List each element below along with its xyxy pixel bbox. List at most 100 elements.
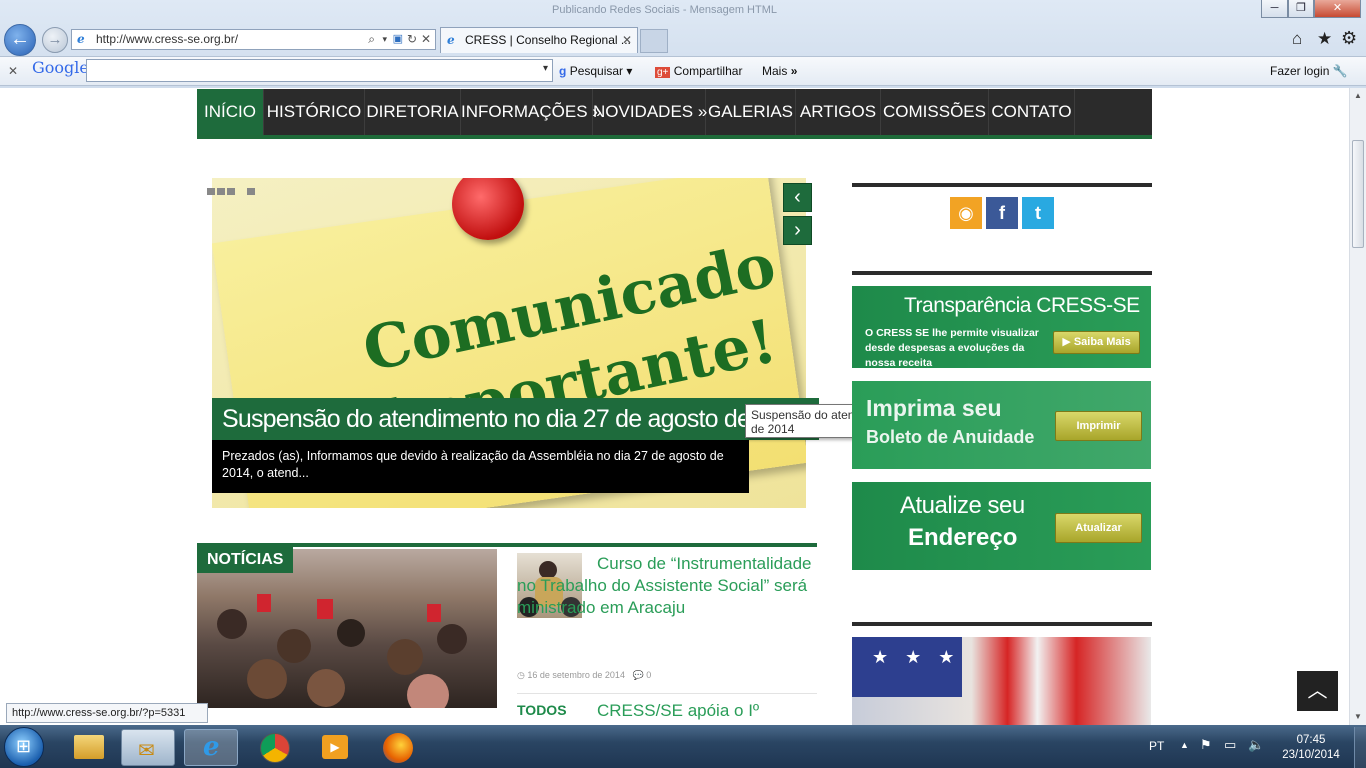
tray-expand-icon[interactable]: ▲ bbox=[1180, 740, 1189, 750]
google-g-icon: g bbox=[559, 64, 567, 78]
login-link[interactable]: Fazer login 🔧 bbox=[1270, 63, 1348, 79]
start-button[interactable]: ⊞ bbox=[4, 727, 44, 767]
show-desktop-button[interactable] bbox=[1354, 727, 1366, 768]
pesquisar-button[interactable]: g Pesquisar ▾ bbox=[559, 63, 632, 79]
atualizar-button[interactable]: Atualizar bbox=[1055, 513, 1142, 543]
nav-inicio[interactable]: INÍCIO bbox=[197, 89, 264, 135]
boleto-line1: Imprima seu bbox=[866, 395, 1002, 421]
clock-icon: ◷ bbox=[517, 670, 525, 680]
endereco-line2: Endereço bbox=[908, 524, 1018, 551]
slider-dot[interactable] bbox=[227, 188, 235, 195]
tab-cress[interactable]: e CRESS | Conselho Regional ... ✕ bbox=[440, 27, 638, 53]
folder-icon bbox=[74, 735, 104, 759]
news-separator bbox=[517, 693, 817, 694]
boleto-banner[interactable]: Imprima seu Boleto de Anuidade Imprimir bbox=[852, 381, 1151, 469]
address-url: http://www.cress-se.org.br/ bbox=[96, 32, 239, 46]
transparencia-banner[interactable]: Transparência CRESS-SE O CRESS SE lhe pe… bbox=[852, 286, 1151, 368]
volume-icon[interactable]: 🔈 bbox=[1248, 737, 1264, 753]
back-to-top-button[interactable]: ︿ bbox=[1297, 671, 1338, 711]
chevron-down-icon[interactable]: ▾ bbox=[543, 63, 548, 74]
forward-arrow-icon: → bbox=[47, 31, 63, 48]
nav-artigos[interactable]: ARTIGOS bbox=[796, 89, 881, 135]
scroll-up-icon[interactable]: ▲ bbox=[1350, 88, 1366, 104]
twitter-icon[interactable]: t bbox=[1022, 197, 1054, 229]
slider-next-button[interactable]: › bbox=[783, 216, 812, 245]
wrench-icon[interactable]: 🔧 bbox=[1333, 64, 1348, 78]
compat-view-icon[interactable]: ▣ bbox=[393, 30, 403, 49]
web-page: INÍCIO HISTÓRICO DIRETORIA INFORMAÇÕES »… bbox=[0, 88, 1349, 725]
chevron-up-icon: ︿ bbox=[1307, 680, 1328, 702]
close-toolbar-icon[interactable]: ✕ bbox=[8, 63, 18, 79]
status-bar-url: http://www.cress-se.org.br/?p=5331 bbox=[6, 703, 208, 723]
minimize-button[interactable]: ─ bbox=[1261, 0, 1288, 18]
favorites-star-icon[interactable]: ★ bbox=[1317, 29, 1332, 49]
new-tab-button[interactable] bbox=[640, 29, 668, 53]
explorer-taskbar-icon[interactable] bbox=[62, 729, 116, 766]
imprimir-button[interactable]: Imprimir bbox=[1055, 411, 1142, 441]
windows-logo-icon: ⊞ bbox=[16, 736, 32, 756]
address-bar[interactable]: e http://www.cress-se.org.br/ ⌕ ▾ ▣ ↻ ✕ bbox=[71, 29, 436, 50]
nav-informacoes[interactable]: INFORMAÇÕES » bbox=[461, 89, 602, 135]
sidebar-divider bbox=[852, 622, 1152, 626]
network-icon[interactable]: ▭ bbox=[1224, 737, 1236, 753]
news-title-link[interactable]: CRESS/SE apóia o Iº bbox=[597, 700, 817, 722]
tab-favicon-icon: e bbox=[447, 33, 455, 47]
news-title-link[interactable]: Curso de “Instrumentalidade no Trabalho … bbox=[517, 553, 817, 619]
endereco-line1: Atualize seu bbox=[900, 492, 1025, 519]
news-thumb-todos[interactable]: TODOS bbox=[517, 702, 582, 725]
more-button[interactable]: Mais » bbox=[762, 63, 797, 79]
back-button[interactable]: ← bbox=[4, 24, 36, 56]
gallery-image[interactable]: ★ ★ ★ bbox=[852, 637, 1151, 725]
google-search-input[interactable]: ▾ bbox=[86, 59, 553, 82]
refresh-icon[interactable]: ↻ bbox=[407, 30, 417, 49]
transparencia-title: Transparência CRESS-SE bbox=[904, 294, 1140, 317]
tools-gear-icon[interactable]: ⚙ bbox=[1341, 28, 1357, 49]
slider-dot[interactable] bbox=[217, 188, 225, 195]
nav-contato[interactable]: CONTATO bbox=[989, 89, 1075, 135]
flag-icon[interactable]: ⚑ bbox=[1200, 737, 1212, 753]
chrome-icon bbox=[260, 733, 290, 763]
ie-taskbar-icon[interactable]: e bbox=[184, 729, 238, 766]
media-taskbar-icon[interactable]: ▶ bbox=[308, 729, 362, 766]
stop-icon[interactable]: ✕ bbox=[421, 30, 431, 49]
chrome-taskbar-icon[interactable] bbox=[248, 729, 302, 766]
saiba-mais-button[interactable]: ▶ Saiba Mais bbox=[1053, 331, 1140, 354]
nav-comissoes[interactable]: COMISSÕES bbox=[881, 89, 989, 135]
search-icon[interactable]: ⌕ bbox=[368, 30, 375, 49]
tab-close-icon[interactable]: ✕ bbox=[622, 28, 632, 52]
news-meta: ◷ 16 de setembro de 2014 💬 0 bbox=[517, 670, 652, 680]
gplus-icon: g+ bbox=[655, 67, 671, 78]
home-icon[interactable]: ⌂ bbox=[1292, 29, 1302, 49]
maximize-button[interactable]: ❐ bbox=[1288, 0, 1314, 18]
ie-page-icon: e bbox=[77, 32, 85, 46]
news-section-label: NOTÍCIAS bbox=[197, 547, 294, 573]
facebook-icon[interactable]: f bbox=[986, 197, 1018, 229]
tab-title: CRESS | Conselho Regional ... bbox=[465, 33, 631, 47]
ie-icon: e bbox=[203, 732, 220, 762]
endereco-banner[interactable]: Atualize seu Endereço Atualizar bbox=[852, 482, 1151, 570]
forward-button[interactable]: → bbox=[42, 27, 68, 53]
page-scrollbar[interactable]: ▲ ▼ bbox=[1349, 88, 1366, 725]
close-window-button[interactable]: ✕ bbox=[1314, 0, 1361, 18]
clock[interactable]: 07:45 23/10/2014 bbox=[1281, 733, 1341, 763]
slider-dot[interactable] bbox=[247, 188, 255, 195]
scroll-down-icon[interactable]: ▼ bbox=[1350, 709, 1366, 725]
language-indicator[interactable]: PT bbox=[1149, 739, 1164, 753]
nav-galerias[interactable]: GALERIAS bbox=[706, 89, 796, 135]
nav-novidades[interactable]: NOVIDADES » bbox=[593, 89, 707, 135]
slider-pagination bbox=[207, 188, 267, 198]
share-button[interactable]: g+ Compartilhar bbox=[655, 63, 742, 81]
rss-icon[interactable]: ◉ bbox=[950, 197, 982, 229]
scroll-thumb[interactable] bbox=[1352, 140, 1364, 248]
slider-prev-button[interactable]: ‹ bbox=[783, 183, 812, 212]
back-arrow-icon: ← bbox=[10, 28, 30, 50]
google-logo: Google bbox=[32, 58, 89, 77]
firefox-taskbar-icon[interactable] bbox=[370, 729, 424, 766]
dropdown-icon[interactable]: ▾ bbox=[382, 30, 387, 49]
slider-dot[interactable] bbox=[207, 188, 215, 195]
outlook-taskbar-icon[interactable]: ✉ bbox=[121, 729, 175, 766]
nav-diretoria[interactable]: DIRETORIA bbox=[365, 89, 461, 135]
nav-historico[interactable]: HISTÓRICO bbox=[264, 89, 365, 135]
main-navigation: INÍCIO HISTÓRICO DIRETORIA INFORMAÇÕES »… bbox=[197, 89, 1152, 139]
slide-title-link[interactable]: Suspensão do atendimento no dia 27 de ag… bbox=[212, 398, 819, 440]
